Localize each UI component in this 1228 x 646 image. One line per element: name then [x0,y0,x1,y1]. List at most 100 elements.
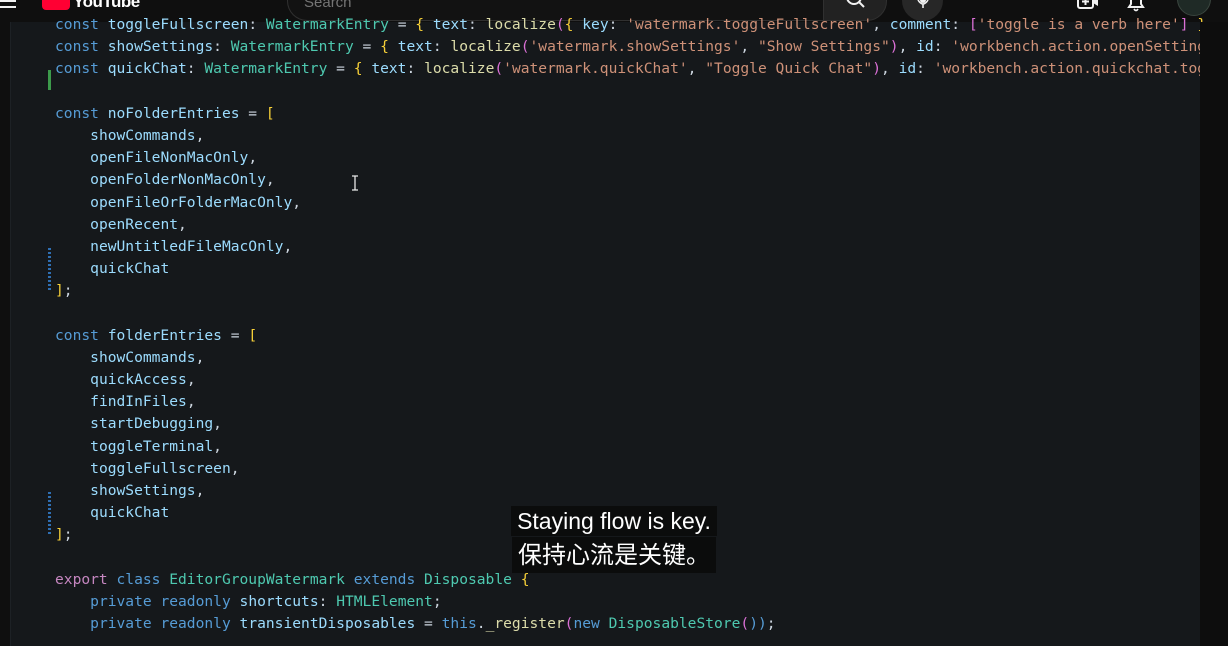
code-line: newUntitledFileMacOnly, [55,236,1215,258]
code-token: = [415,615,442,633]
code-token: class [116,570,170,588]
code-token: const [55,16,108,33]
code-token: WatermarkEntry [230,38,354,56]
subtitle-chinese: 保持心流是关键。 [512,537,716,573]
code-token: : [318,592,337,610]
git-added-line-marker [48,70,51,90]
code-token: : [933,38,952,56]
code-line: startDebugging, [55,413,1215,435]
code-token: : [608,16,627,33]
code-token: openFolderNonMacOnly [90,171,266,189]
code-token: text [432,16,468,33]
code-token: ( [494,60,504,78]
code-token: : [432,38,451,56]
code-token: = [353,38,381,56]
code-token: "Toggle Quick Chat" [705,60,873,78]
code-token: WatermarkEntry [265,16,389,33]
code-line: quickAccess, [55,369,1215,391]
code-token: , [248,149,258,167]
code-token: ( [520,38,530,56]
code-token: comment [889,16,952,33]
code-token: = [388,16,416,33]
git-modified-line-marker [48,248,51,290]
code-token: DisposableStore [608,615,741,633]
code-token: , [186,371,196,388]
code-token: new [573,615,609,633]
code-line: openFolderNonMacOnly, [55,169,1215,191]
code-line: showSettings, [55,480,1215,502]
code-token: , [186,393,196,411]
code-token: localize [485,16,556,33]
code-token: shortcuts [239,592,319,610]
code-token: , [178,215,187,233]
code-token: , [740,38,758,56]
code-token: : [916,60,934,78]
youtube-logo[interactable]: YouTube [42,0,140,10]
code-token: transientDisposables [239,615,416,633]
code-token: : [468,16,486,33]
code-token: : [248,16,266,33]
code-line: const quickChat: WatermarkEntry = { text… [55,58,1215,80]
code-token: [ [265,104,275,122]
code-token: , [265,171,275,189]
code-token: , [880,60,899,78]
code-token: export [55,570,117,588]
code-line: showCommands, [55,347,1215,369]
create-video-icon[interactable] [1077,0,1099,14]
code-token: quickAccess [90,371,187,388]
code-token: readonly [160,615,240,633]
text-cursor-icon [352,175,358,191]
code-token: { [415,16,433,33]
code-token: , [195,126,205,144]
code-token: openRecent [90,215,179,233]
code-line: const folderEntries = [ [55,325,1215,347]
code-token: newUntitledFileMacOnly [90,237,284,255]
code-line: const toggleFullscreen: WatermarkEntry =… [55,14,1215,36]
code-token: Disposable [424,570,521,588]
code-token: openFileOrFolderMacOnly [90,193,293,211]
search-input[interactable] [304,0,784,11]
code-line: quickChat [55,258,1215,280]
code-token: 'workbench.action.openSettings [951,38,1215,56]
code-token: [ [248,326,258,344]
code-line: openRecent, [55,214,1215,236]
code-token: { [353,60,372,78]
code-token: key [582,16,609,33]
code-token: const [55,326,108,344]
code-line: private readonly shortcuts: HTMLElement; [55,591,1215,613]
code-token: showCommands [90,126,196,144]
code-token: { [380,38,398,56]
code-token: "Show Settings" [757,38,890,56]
code-token: private [90,615,161,633]
code-token: ] [55,282,64,300]
code-token: showSettings [107,38,214,56]
code-line: showCommands, [55,125,1215,147]
code-token: ) [889,38,899,56]
code-token: ; [766,615,776,633]
youtube-play-icon [42,0,70,10]
code-token: EditorGroupWatermark [169,570,354,588]
code-token: , [292,193,302,211]
code-token: , [195,348,205,366]
code-token: ( [740,615,750,633]
code-token: ; [432,592,442,610]
code-line: const noFolderEntries = [ [55,103,1215,125]
code-token: quickChat [107,60,187,78]
code-token: 'workbench.action.quickchat.togg [933,60,1215,78]
code-token: findInFiles [90,393,187,411]
notifications-bell-icon[interactable] [1126,0,1146,14]
hamburger-menu-icon[interactable] [0,0,16,12]
code-token: 'watermark.showSettings' [529,38,741,56]
